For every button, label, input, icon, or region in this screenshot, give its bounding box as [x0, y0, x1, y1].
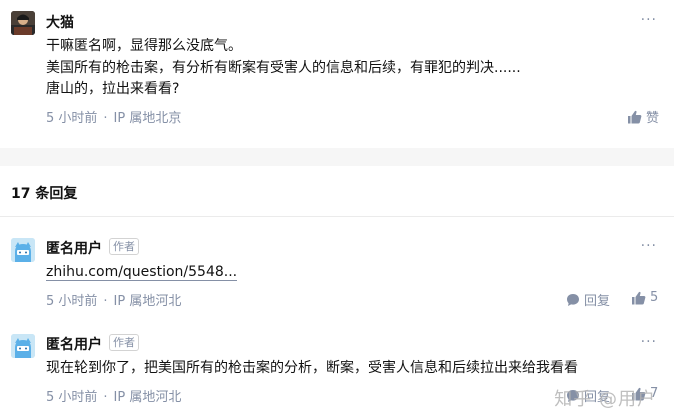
author-name[interactable]: 匿名用户 — [46, 334, 102, 354]
divider — [0, 216, 674, 217]
thumbs-up-icon — [631, 291, 646, 305]
author-badge: 作者 — [109, 238, 139, 255]
reply-label: 回复 — [584, 294, 611, 309]
comment-text-line: 干嘛匿名啊，显得那么没底气。 — [46, 38, 242, 54]
comment-meta: 5 小时前 · IP 属地北京 — [46, 107, 181, 126]
watermark: 知乎 @用户 — [554, 389, 656, 410]
timestamp: 5 小时前 — [46, 111, 98, 126]
question-link[interactable]: zhihu.com/question/5548... — [46, 264, 238, 281]
author-name[interactable]: 匿名用户 — [46, 238, 102, 258]
comment-text-line: 美国所有的枪击案，有分析有断案有受害人的信息和后续，有罪犯的判决...... — [46, 60, 521, 76]
ip-location: IP 属地河北 — [113, 390, 182, 405]
comment-text-line: 唐山的，拉出来看看? — [46, 81, 180, 97]
avatar[interactable] — [11, 238, 35, 262]
timestamp: 5 小时前 — [46, 294, 98, 309]
separator-dot: · — [103, 111, 108, 126]
avatar-photo-icon — [11, 11, 35, 35]
section-gap — [0, 148, 674, 166]
more-icon[interactable]: ··· — [641, 334, 657, 350]
comment-text-line: 现在轮到你了，把美国所有的枪击案的分析，断案，受害人信息和后续拉出来给我看看 — [46, 360, 578, 376]
more-icon[interactable]: ··· — [641, 12, 657, 28]
speech-bubble-icon — [566, 293, 580, 307]
author-badge: 作者 — [109, 334, 139, 351]
root-comment: 大猫 ··· 干嘛匿名啊，显得那么没底气。 美国所有的枪击案，有分析有断案有受害… — [0, 0, 674, 148]
reply-button[interactable]: 回复 — [566, 290, 610, 309]
author-name[interactable]: 大猫 — [46, 12, 74, 32]
timestamp: 5 小时前 — [46, 390, 98, 405]
ip-location: IP 属地北京 — [113, 111, 182, 126]
like-button[interactable]: 赞 — [627, 107, 659, 126]
anonymous-avatar-icon — [11, 334, 35, 358]
reply-count-title: 17 条回复 — [11, 186, 78, 202]
separator-dot: · — [103, 294, 108, 309]
comment-meta: 5 小时前 · IP 属地河北 — [46, 290, 181, 309]
like-label: 赞 — [645, 111, 659, 126]
avatar[interactable] — [11, 334, 35, 358]
reply-item: 匿名用户 作者 ··· zhihu.com/question/5548... 5… — [0, 228, 674, 318]
ip-location: IP 属地河北 — [113, 294, 182, 309]
like-count: 5 — [650, 290, 659, 305]
separator-dot: · — [103, 390, 108, 405]
like-button[interactable]: 5 — [631, 290, 658, 305]
thumbs-up-icon — [627, 110, 642, 124]
anonymous-avatar-icon — [11, 238, 35, 262]
comment-link-line: zhihu.com/question/5548... — [46, 262, 238, 283]
avatar[interactable] — [11, 11, 35, 35]
comment-meta: 5 小时前 · IP 属地河北 — [46, 386, 181, 405]
more-icon[interactable]: ··· — [641, 238, 657, 254]
